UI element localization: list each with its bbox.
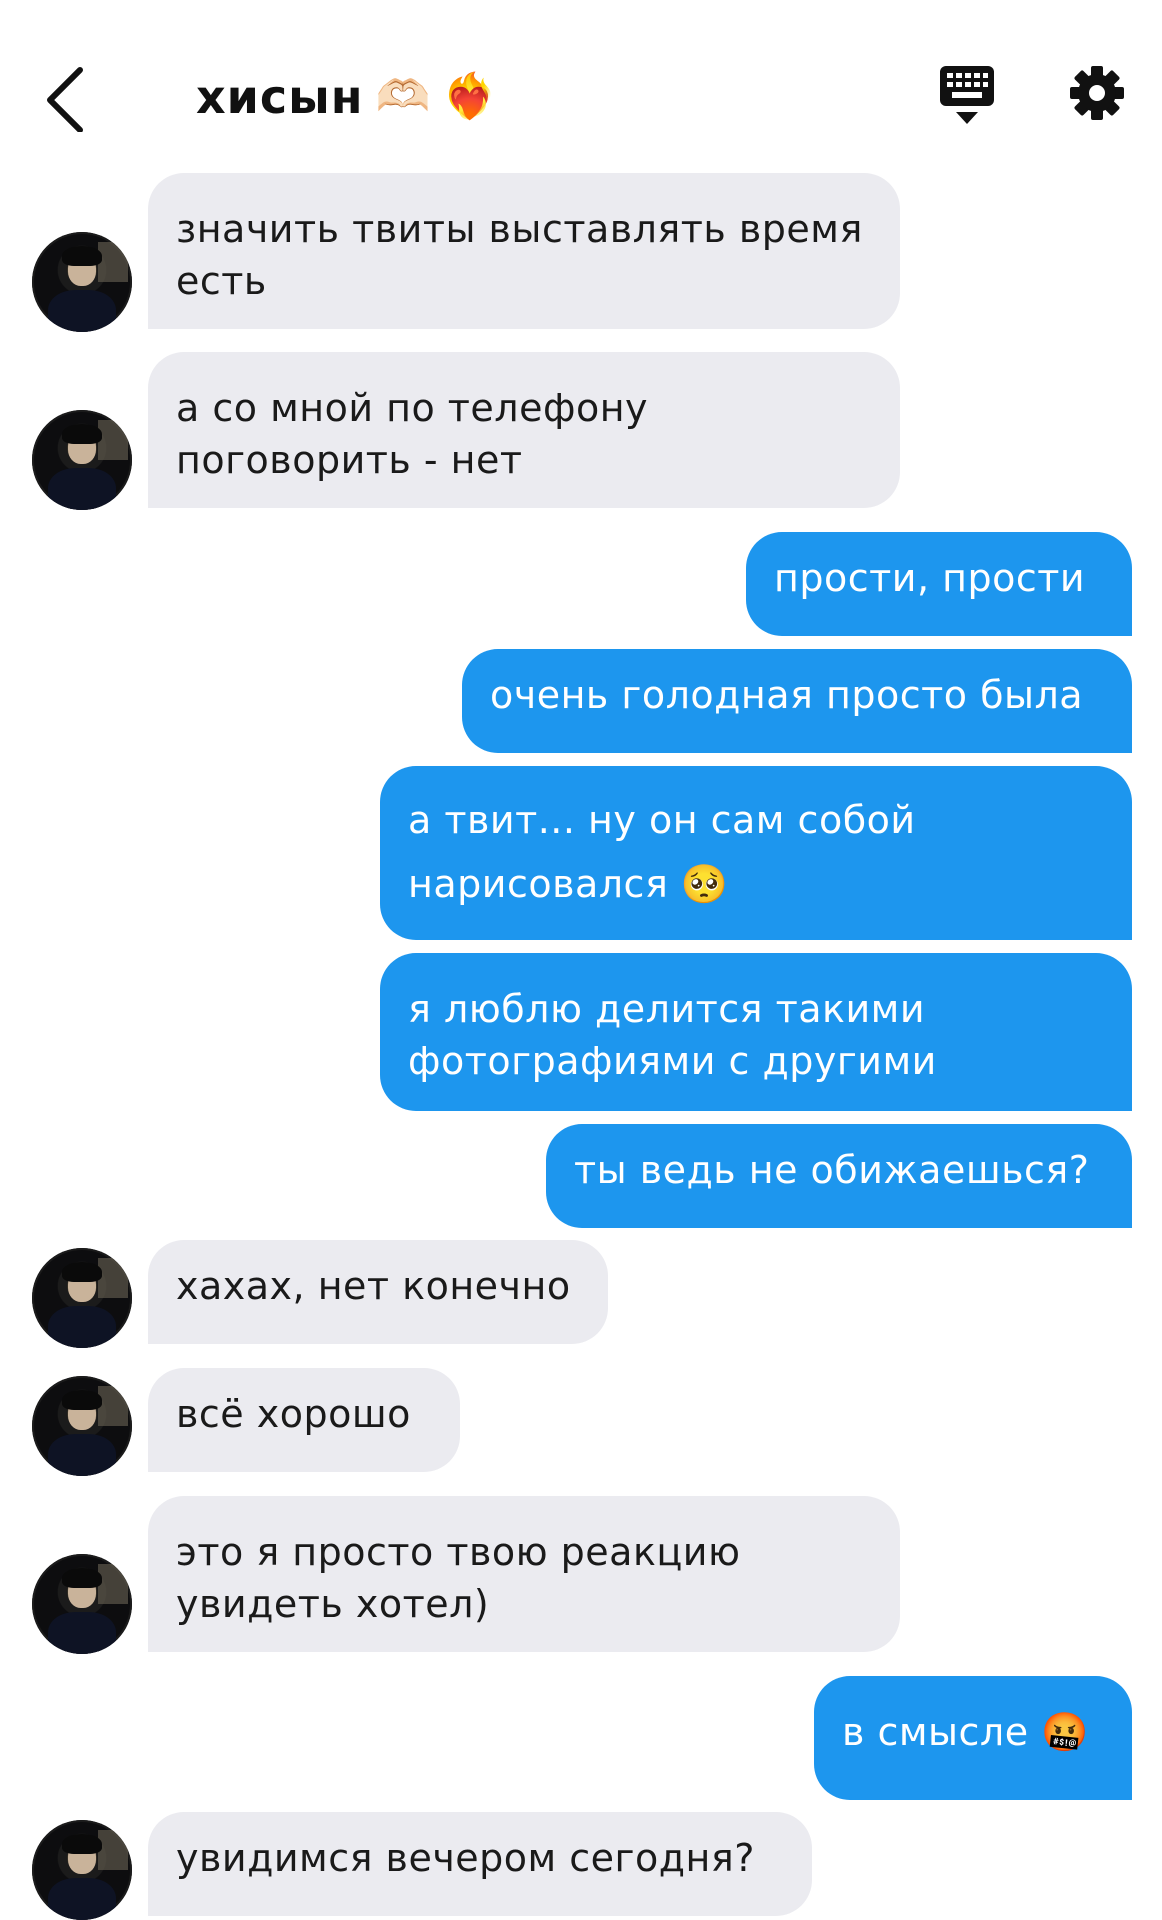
contact-avatar[interactable] <box>32 232 132 332</box>
message-bubble-incoming[interactable]: хахах, нет конечно <box>148 1240 608 1344</box>
message-bubble-outgoing[interactable]: очень голодная просто была <box>462 649 1132 753</box>
chevron-left-icon <box>47 67 83 133</box>
message-bubble-outgoing[interactable]: ты ведь не обижаешься? <box>546 1124 1132 1228</box>
gear-icon <box>1070 66 1124 120</box>
keyboard-icon <box>940 66 994 124</box>
message-bubble-outgoing[interactable]: прости, прости <box>746 532 1132 636</box>
message-bubble-incoming[interactable]: а со мной по телефону поговорить - нет <box>148 352 900 508</box>
back-button[interactable] <box>36 62 96 133</box>
contact-avatar[interactable] <box>32 410 132 510</box>
chat-header: хисын 🫶🏻 ❤️‍🔥 <box>0 0 1162 180</box>
keyboard-button[interactable] <box>938 64 996 126</box>
message-bubble-outgoing[interactable]: я люблю делится такими фотографиями с др… <box>380 953 1132 1111</box>
message-bubble-incoming[interactable]: значить твиты выставлять время есть <box>148 173 900 329</box>
message-bubble-incoming[interactable]: всё хорошо <box>148 1368 460 1472</box>
heart-on-fire-emoji: ❤️‍🔥 <box>442 71 498 122</box>
message-bubble-outgoing[interactable]: а твит... ну он сам собой нарисовался 🥺 <box>380 766 1132 940</box>
settings-button[interactable] <box>1068 64 1126 122</box>
contact-avatar[interactable] <box>32 1376 132 1476</box>
contact-avatar[interactable] <box>32 1248 132 1348</box>
message-bubble-outgoing[interactable]: в смысле 🤬 <box>814 1676 1132 1800</box>
message-bubble-incoming[interactable]: это я просто твою реакцию увидеть хотел) <box>148 1496 900 1652</box>
chat-title: хисын 🫶🏻 ❤️‍🔥 <box>196 70 497 124</box>
contact-name: хисын <box>196 70 364 124</box>
contact-avatar[interactable] <box>32 1820 132 1920</box>
message-bubble-incoming[interactable]: увидимся вечером сегодня? <box>148 1812 812 1916</box>
contact-avatar[interactable] <box>32 1554 132 1654</box>
heart-hands-emoji: 🫶🏻 <box>375 71 431 122</box>
